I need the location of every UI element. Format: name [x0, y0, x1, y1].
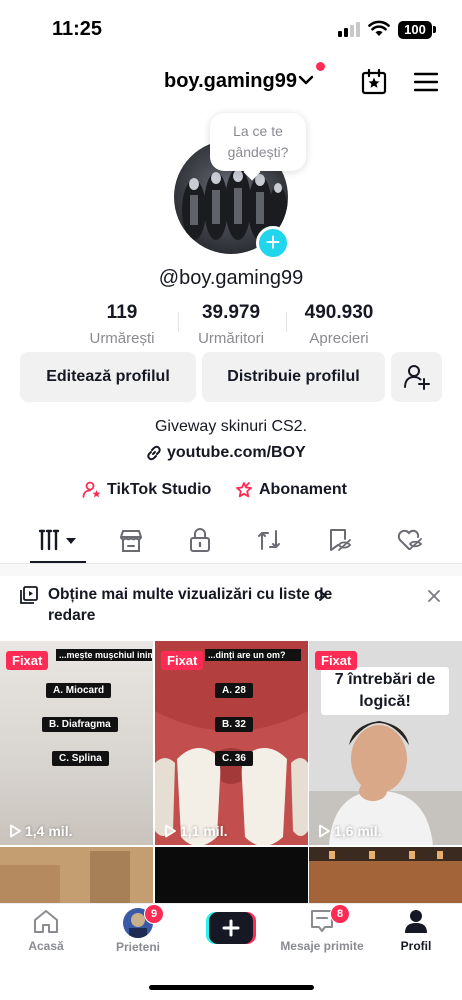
profile-handle: @boy.gaming99	[158, 267, 304, 289]
friends-badge: 9	[144, 904, 164, 924]
quiz-option: B. Diafragma	[42, 717, 118, 732]
quiz-option: C. 36	[215, 751, 253, 766]
nav-home[interactable]: Acasă	[0, 908, 92, 953]
stat-following-label: Urmărești	[89, 330, 155, 347]
tiktok-studio-link[interactable]: TikTok Studio	[82, 480, 211, 500]
bubble-line-1: La ce te	[233, 123, 283, 139]
thought-bubble[interactable]: La ce te gândești?	[210, 113, 306, 171]
video-caption-line-1: 7 întrebări de	[334, 671, 436, 688]
video-thumbnail[interactable]: 7 întrebări de logică! Fixat 1,6 mil.	[309, 641, 462, 845]
stat-likes-value: 490.930	[304, 302, 374, 323]
nav-home-label: Acasă	[28, 939, 64, 953]
shop-icon[interactable]	[118, 528, 144, 554]
stat-likes-label: Aprecieri	[309, 330, 369, 347]
profile-tabs	[0, 520, 462, 564]
play-icon	[319, 824, 330, 838]
video-caption-line-2: logică!	[359, 693, 411, 710]
quiz-option: B. 32	[215, 717, 253, 732]
video-thumbnail[interactable]	[0, 847, 153, 903]
stat-following-value: 119	[106, 302, 138, 323]
status-time: 11:25	[52, 18, 103, 40]
grid-videos-icon[interactable]	[39, 528, 79, 552]
subscription-link[interactable]: Abonament	[234, 480, 347, 500]
account-switcher-title[interactable]: boy.gaming99	[164, 70, 297, 93]
inbox-badge: 8	[330, 904, 350, 924]
stat-followers[interactable]: 39.979 Urmăritori	[178, 302, 284, 347]
add-user-icon	[403, 365, 430, 390]
wifi-icon	[368, 20, 390, 36]
quiz-option: C. Splina	[52, 751, 109, 766]
video-thumbnail[interactable]: ...mește mușchiul inimii? Fixat A. Mioca…	[0, 641, 153, 845]
pinned-badge: Fixat	[315, 651, 358, 670]
view-count-text: 1,4 mil.	[25, 823, 73, 839]
view-count: 1,4 mil.	[8, 823, 72, 839]
calendar-star-icon[interactable]	[360, 68, 388, 96]
close-icon[interactable]	[428, 590, 440, 602]
view-count-text: 1,6 mil.	[334, 823, 382, 839]
view-count-text: 1,1 mil.	[180, 823, 228, 839]
home-icon	[34, 910, 58, 933]
play-icon	[165, 824, 176, 838]
chevron-down-icon[interactable]	[298, 74, 314, 86]
stat-following[interactable]: 119 Urmărești	[68, 302, 176, 347]
stat-followers-label: Urmăritori	[198, 330, 264, 347]
video-thumbnail[interactable]: ...dinți are un om? Fixat A. 28 B. 32 C.…	[155, 641, 308, 845]
edit-profile-button[interactable]: Editează profilul	[20, 352, 196, 402]
promo-text[interactable]: Obține mai multe vizualizări cu liste de…	[48, 584, 348, 626]
nav-inbox[interactable]: Mesaje primite	[276, 908, 368, 953]
quiz-question: ...dinți are un om?	[205, 649, 301, 661]
bookmark-hidden-icon[interactable]	[327, 527, 353, 553]
nav-friends[interactable]: Prieteni	[92, 908, 184, 954]
cellular-signal-icon	[338, 22, 360, 37]
view-count: 1,1 mil.	[163, 823, 227, 839]
lock-icon[interactable]	[188, 527, 212, 553]
profile-bio: Giveway skinuri CS2.	[154, 418, 308, 435]
pinned-badge: Fixat	[6, 651, 49, 670]
section-spacer	[0, 564, 462, 576]
desert-building-image	[0, 847, 153, 903]
nav-friends-label: Prieteni	[115, 940, 160, 954]
chevron-right-icon[interactable]	[318, 589, 327, 602]
play-icon	[10, 824, 21, 838]
quiz-question: ...mește mușchiul inimii?	[56, 649, 152, 661]
add-story-button[interactable]: +	[256, 226, 290, 260]
home-indicator	[149, 985, 314, 990]
video-thumbnail[interactable]	[155, 847, 308, 903]
menu-icon[interactable]	[414, 72, 438, 92]
repost-icon[interactable]	[256, 527, 282, 553]
studio-icon	[82, 481, 101, 498]
battery-indicator: 100	[398, 21, 432, 39]
profile-link-text: youtube.com/BOY	[167, 444, 306, 461]
stat-followers-value: 39.979	[201, 302, 261, 323]
view-count: 1,6 mil.	[317, 823, 381, 839]
video-caption: 7 întrebări de logică!	[321, 667, 449, 715]
game-map-image	[309, 847, 462, 903]
subscription-label: Abonament	[259, 481, 347, 498]
battery-tip	[433, 26, 436, 33]
bubble-line-2: gândești?	[227, 144, 289, 160]
link-icon	[147, 445, 161, 461]
nav-profile[interactable]: Profil	[370, 908, 462, 953]
profile-link[interactable]: youtube.com/BOY	[146, 444, 306, 462]
playlist-icon	[20, 586, 38, 604]
video-thumbnail[interactable]	[309, 847, 462, 903]
studio-label: TikTok Studio	[107, 481, 212, 498]
teeth-image	[155, 641, 308, 845]
notification-dot	[316, 62, 325, 71]
profile-icon	[405, 910, 427, 933]
share-profile-button[interactable]: Distribuie profilul	[202, 352, 385, 402]
nav-inbox-label: Mesaje primite	[280, 939, 364, 953]
pinned-badge: Fixat	[161, 651, 204, 670]
plus-icon	[222, 919, 240, 937]
nav-profile-label: Profil	[400, 939, 432, 953]
create-button[interactable]	[206, 912, 256, 944]
stat-likes[interactable]: 490.930 Aprecieri	[286, 302, 392, 347]
status-bar: 11:25 100	[0, 0, 462, 58]
add-friends-button[interactable]	[391, 352, 442, 402]
quiz-option: A. 28	[215, 683, 253, 698]
quiz-option: A. Miocard	[46, 683, 112, 698]
subscription-icon	[236, 482, 252, 498]
liked-hidden-icon[interactable]	[396, 528, 424, 552]
